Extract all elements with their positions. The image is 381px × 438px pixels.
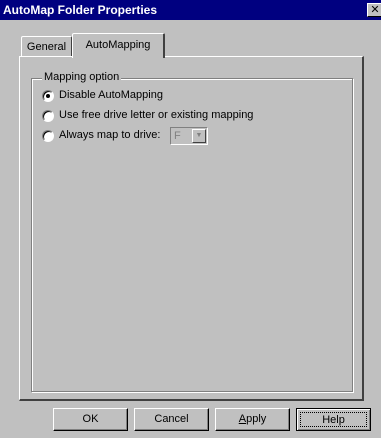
chevron-down-icon[interactable]: ▼: [192, 129, 206, 143]
ok-button[interactable]: OK: [53, 408, 128, 431]
close-icon[interactable]: ✕: [367, 3, 381, 17]
help-label: Help: [322, 414, 345, 426]
mapping-option-group: [31, 78, 353, 392]
apply-mnemonic: A: [238, 413, 247, 425]
radio-button-checked[interactable]: [42, 90, 54, 102]
radio-label: Use free drive letter or existing mappin…: [59, 109, 254, 121]
cancel-button[interactable]: Cancel: [134, 408, 209, 431]
tab-automapping-label: AutoMapping: [85, 39, 151, 51]
radio-button[interactable]: [42, 110, 54, 122]
drive-letter-value: F: [174, 130, 181, 142]
radio-button[interactable]: [42, 130, 54, 142]
tab-automapping[interactable]: AutoMapping: [72, 33, 165, 58]
apply-button[interactable]: Apply: [215, 408, 290, 431]
radio-label: Disable AutoMapping: [59, 89, 163, 101]
title-bar[interactable]: AutoMap Folder Properties ✕: [0, 0, 381, 20]
apply-label: pply: [246, 413, 267, 425]
group-label: Mapping option: [42, 71, 122, 83]
focus-rect: Help: [300, 412, 367, 427]
help-button[interactable]: Help: [296, 408, 371, 431]
tab-general-label: General: [26, 41, 67, 53]
drive-letter-select[interactable]: F ▼: [170, 127, 208, 145]
window-title: AutoMap Folder Properties: [3, 3, 158, 17]
tab-general[interactable]: General: [21, 36, 72, 57]
radio-label: Always map to drive:: [59, 129, 161, 141]
